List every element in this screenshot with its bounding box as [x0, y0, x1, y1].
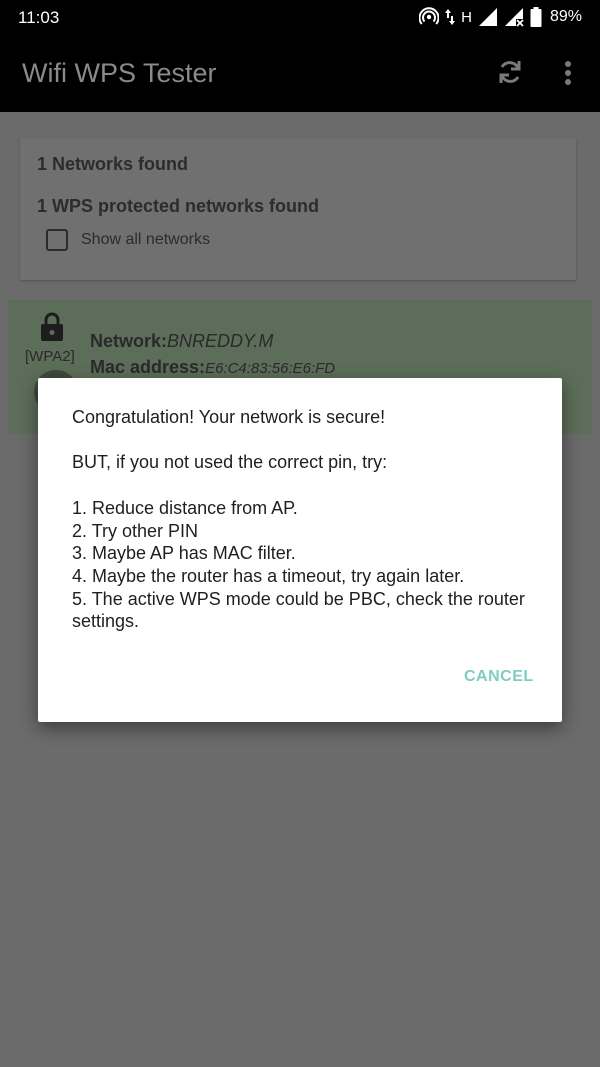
- wps-networks-found-text: 1 WPS protected networks found: [37, 196, 320, 216]
- network-name-label: Network:: [90, 331, 168, 351]
- status-time: 11:03: [18, 8, 60, 27]
- signal-no-data-icon: [504, 7, 524, 27]
- dialog-message: Congratulation! Your network is secure! …: [72, 407, 525, 632]
- networks-found-text: 1 Networks found: [37, 154, 189, 174]
- status-icons: H 89%: [419, 7, 582, 27]
- summary-card: 1 Networks found 1 WPS protected network…: [20, 138, 576, 280]
- mac-address-label: Mac address:: [90, 357, 206, 377]
- result-dialog: Congratulation! Your network is secure! …: [38, 378, 562, 722]
- cancel-button[interactable]: CANCEL: [464, 668, 534, 686]
- lock-icon: [40, 312, 64, 342]
- show-all-networks-label[interactable]: Show all networks: [81, 231, 210, 249]
- encryption-label: [WPA2]: [25, 348, 75, 365]
- signal-icon: [478, 7, 498, 27]
- hotspot-icon: [419, 7, 440, 27]
- app-bar: Wifi WPS Tester: [0, 36, 600, 112]
- show-all-networks-checkbox[interactable]: [46, 229, 68, 251]
- app-title: Wifi WPS Tester: [22, 58, 217, 88]
- refresh-icon[interactable]: [494, 56, 526, 88]
- mac-address-value: E6:C4:83:56:E6:FD: [205, 360, 336, 377]
- battery-icon: [530, 7, 542, 27]
- data-arrows-icon: [445, 7, 456, 27]
- network-name-row: Network:BNREDDY.M: [90, 331, 273, 352]
- network-name-value: BNREDDY.M: [167, 331, 274, 351]
- overflow-menu-icon[interactable]: [560, 58, 576, 90]
- battery-percent: 89%: [549, 8, 582, 25]
- mac-address-row: Mac address:E6:C4:83:56:E6:FD: [90, 357, 335, 378]
- status-bar: 11:03 H 89%: [0, 0, 600, 36]
- network-type-label: H: [461, 8, 472, 26]
